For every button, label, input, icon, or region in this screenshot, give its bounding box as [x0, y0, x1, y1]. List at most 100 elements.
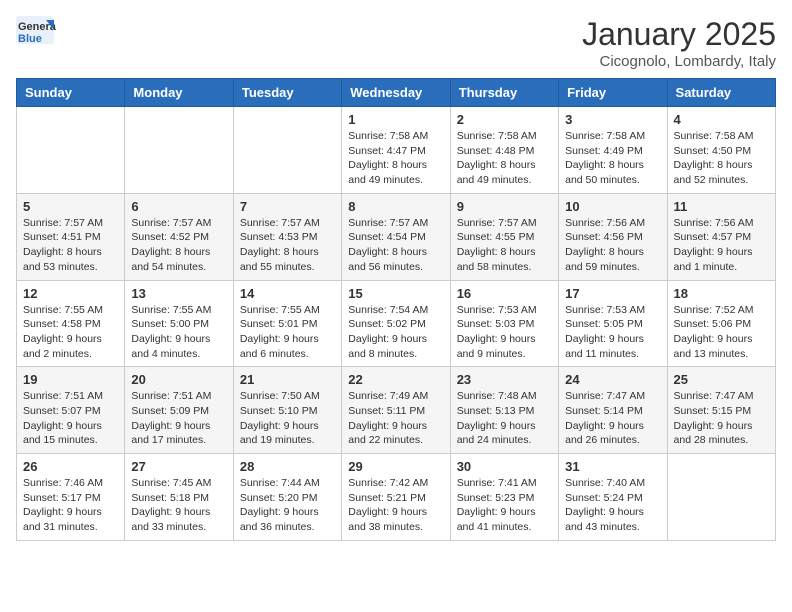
day-info: Sunrise: 7:58 AM Sunset: 4:49 PM Dayligh…: [565, 129, 660, 188]
day-number: 28: [240, 459, 335, 474]
day-number: 8: [348, 199, 443, 214]
calendar-week-row: 5 Sunrise: 7:57 AM Sunset: 4:51 PM Daylig…: [17, 193, 776, 280]
day-info: Sunrise: 7:42 AM Sunset: 5:21 PM Dayligh…: [348, 476, 443, 535]
logo-icon: General Blue: [16, 16, 56, 46]
day-number: 11: [674, 199, 769, 214]
day-number: 22: [348, 372, 443, 387]
calendar-cell: [667, 454, 775, 541]
calendar-cell: 27 Sunrise: 7:45 AM Sunset: 5:18 PM Dayli…: [125, 454, 233, 541]
day-number: 12: [23, 286, 118, 301]
day-info: Sunrise: 7:48 AM Sunset: 5:13 PM Dayligh…: [457, 389, 552, 448]
day-info: Sunrise: 7:44 AM Sunset: 5:20 PM Dayligh…: [240, 476, 335, 535]
calendar-cell: 23 Sunrise: 7:48 AM Sunset: 5:13 PM Dayli…: [450, 367, 558, 454]
day-info: Sunrise: 7:58 AM Sunset: 4:48 PM Dayligh…: [457, 129, 552, 188]
calendar-cell: 19 Sunrise: 7:51 AM Sunset: 5:07 PM Dayli…: [17, 367, 125, 454]
day-info: Sunrise: 7:49 AM Sunset: 5:11 PM Dayligh…: [348, 389, 443, 448]
page-header: General Blue January 2025 Cicognolo, Lom…: [16, 16, 776, 70]
calendar-cell: 8 Sunrise: 7:57 AM Sunset: 4:54 PM Daylig…: [342, 193, 450, 280]
day-number: 1: [348, 112, 443, 127]
calendar-cell: 31 Sunrise: 7:40 AM Sunset: 5:24 PM Dayli…: [559, 454, 667, 541]
calendar-cell: 12 Sunrise: 7:55 AM Sunset: 4:58 PM Dayli…: [17, 280, 125, 367]
column-header-saturday: Saturday: [667, 79, 775, 107]
day-info: Sunrise: 7:53 AM Sunset: 5:05 PM Dayligh…: [565, 303, 660, 362]
day-number: 25: [674, 372, 769, 387]
day-number: 14: [240, 286, 335, 301]
day-info: Sunrise: 7:56 AM Sunset: 4:56 PM Dayligh…: [565, 216, 660, 275]
day-info: Sunrise: 7:57 AM Sunset: 4:53 PM Dayligh…: [240, 216, 335, 275]
day-info: Sunrise: 7:57 AM Sunset: 4:55 PM Dayligh…: [457, 216, 552, 275]
calendar-cell: 17 Sunrise: 7:53 AM Sunset: 5:05 PM Dayli…: [559, 280, 667, 367]
title-block: January 2025 Cicognolo, Lombardy, Italy: [582, 16, 776, 70]
calendar-cell: 7 Sunrise: 7:57 AM Sunset: 4:53 PM Daylig…: [233, 193, 341, 280]
day-info: Sunrise: 7:41 AM Sunset: 5:23 PM Dayligh…: [457, 476, 552, 535]
day-number: 10: [565, 199, 660, 214]
day-info: Sunrise: 7:58 AM Sunset: 4:50 PM Dayligh…: [674, 129, 769, 188]
calendar-cell: [233, 107, 341, 194]
day-info: Sunrise: 7:47 AM Sunset: 5:15 PM Dayligh…: [674, 389, 769, 448]
calendar-cell: 10 Sunrise: 7:56 AM Sunset: 4:56 PM Dayli…: [559, 193, 667, 280]
calendar-cell: [17, 107, 125, 194]
column-header-sunday: Sunday: [17, 79, 125, 107]
calendar-header-row: SundayMondayTuesdayWednesdayThursdayFrid…: [17, 79, 776, 107]
calendar-table: SundayMondayTuesdayWednesdayThursdayFrid…: [16, 78, 776, 541]
day-number: 17: [565, 286, 660, 301]
calendar-cell: 18 Sunrise: 7:52 AM Sunset: 5:06 PM Dayli…: [667, 280, 775, 367]
calendar-cell: 4Sunrise: 7:58 AM Sunset: 4:50 PM Daylig…: [667, 107, 775, 194]
calendar-cell: 15Sunrise: 7:54 AM Sunset: 5:02 PM Dayli…: [342, 280, 450, 367]
calendar-week-row: 26 Sunrise: 7:46 AM Sunset: 5:17 PM Dayli…: [17, 454, 776, 541]
column-header-tuesday: Tuesday: [233, 79, 341, 107]
calendar-cell: [125, 107, 233, 194]
calendar-week-row: 12 Sunrise: 7:55 AM Sunset: 4:58 PM Dayli…: [17, 280, 776, 367]
day-info: Sunrise: 7:55 AM Sunset: 4:58 PM Dayligh…: [23, 303, 118, 362]
day-number: 5: [23, 199, 118, 214]
day-number: 13: [131, 286, 226, 301]
day-info: Sunrise: 7:40 AM Sunset: 5:24 PM Dayligh…: [565, 476, 660, 535]
column-header-monday: Monday: [125, 79, 233, 107]
day-info: Sunrise: 7:58 AM Sunset: 4:47 PM Dayligh…: [348, 129, 443, 188]
day-number: 15: [348, 286, 443, 301]
calendar-cell: 29 Sunrise: 7:42 AM Sunset: 5:21 PM Dayli…: [342, 454, 450, 541]
location: Cicognolo, Lombardy, Italy: [582, 53, 776, 70]
day-number: 23: [457, 372, 552, 387]
day-number: 27: [131, 459, 226, 474]
day-number: 3: [565, 112, 660, 127]
day-info: Sunrise: 7:57 AM Sunset: 4:52 PM Dayligh…: [131, 216, 226, 275]
calendar-cell: 3 Sunrise: 7:58 AM Sunset: 4:49 PM Daylig…: [559, 107, 667, 194]
svg-text:Blue: Blue: [18, 33, 42, 45]
column-header-thursday: Thursday: [450, 79, 558, 107]
column-header-wednesday: Wednesday: [342, 79, 450, 107]
calendar-cell: 1 Sunrise: 7:58 AM Sunset: 4:47 PM Daylig…: [342, 107, 450, 194]
day-info: Sunrise: 7:55 AM Sunset: 5:00 PM Dayligh…: [131, 303, 226, 362]
calendar-cell: 22 Sunrise: 7:49 AM Sunset: 5:11 PM Dayli…: [342, 367, 450, 454]
calendar-week-row: 1 Sunrise: 7:58 AM Sunset: 4:47 PM Daylig…: [17, 107, 776, 194]
day-info: Sunrise: 7:51 AM Sunset: 5:09 PM Dayligh…: [131, 389, 226, 448]
calendar-cell: 2Sunrise: 7:58 AM Sunset: 4:48 PM Daylig…: [450, 107, 558, 194]
day-info: Sunrise: 7:47 AM Sunset: 5:14 PM Dayligh…: [565, 389, 660, 448]
calendar-cell: 25 Sunrise: 7:47 AM Sunset: 5:15 PM Dayli…: [667, 367, 775, 454]
day-info: Sunrise: 7:57 AM Sunset: 4:54 PM Dayligh…: [348, 216, 443, 275]
day-info: Sunrise: 7:51 AM Sunset: 5:07 PM Dayligh…: [23, 389, 118, 448]
calendar-cell: 11 Sunrise: 7:56 AM Sunset: 4:57 PM Dayli…: [667, 193, 775, 280]
day-info: Sunrise: 7:57 AM Sunset: 4:51 PM Dayligh…: [23, 216, 118, 275]
day-number: 21: [240, 372, 335, 387]
day-number: 26: [23, 459, 118, 474]
calendar-cell: 26 Sunrise: 7:46 AM Sunset: 5:17 PM Dayli…: [17, 454, 125, 541]
day-number: 29: [348, 459, 443, 474]
day-number: 31: [565, 459, 660, 474]
day-number: 24: [565, 372, 660, 387]
day-number: 9: [457, 199, 552, 214]
day-info: Sunrise: 7:52 AM Sunset: 5:06 PM Dayligh…: [674, 303, 769, 362]
day-number: 19: [23, 372, 118, 387]
calendar-cell: 30Sunrise: 7:41 AM Sunset: 5:23 PM Dayli…: [450, 454, 558, 541]
calendar-cell: 28 Sunrise: 7:44 AM Sunset: 5:20 PM Dayli…: [233, 454, 341, 541]
day-info: Sunrise: 7:50 AM Sunset: 5:10 PM Dayligh…: [240, 389, 335, 448]
day-number: 7: [240, 199, 335, 214]
calendar-cell: 16Sunrise: 7:53 AM Sunset: 5:03 PM Dayli…: [450, 280, 558, 367]
calendar-cell: 20Sunrise: 7:51 AM Sunset: 5:09 PM Dayli…: [125, 367, 233, 454]
day-info: Sunrise: 7:56 AM Sunset: 4:57 PM Dayligh…: [674, 216, 769, 275]
day-info: Sunrise: 7:45 AM Sunset: 5:18 PM Dayligh…: [131, 476, 226, 535]
calendar-cell: 5 Sunrise: 7:57 AM Sunset: 4:51 PM Daylig…: [17, 193, 125, 280]
calendar-cell: 6Sunrise: 7:57 AM Sunset: 4:52 PM Daylig…: [125, 193, 233, 280]
day-number: 18: [674, 286, 769, 301]
day-info: Sunrise: 7:46 AM Sunset: 5:17 PM Dayligh…: [23, 476, 118, 535]
